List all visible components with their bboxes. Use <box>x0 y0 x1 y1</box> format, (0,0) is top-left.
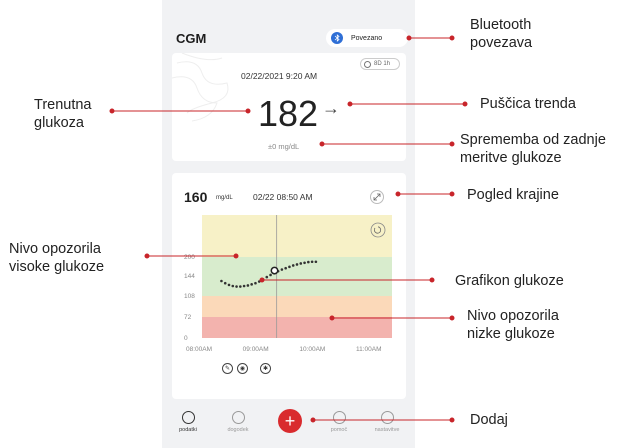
annotation-glucose-chart: Grafikon glukoze <box>455 273 564 289</box>
annotation-trend-arrow: Puščica trenda <box>480 96 576 112</box>
annotation-lines <box>109 35 468 423</box>
annotation-high-alert: Nivo opozorila visoke glukoze <box>9 241 105 275</box>
annotation-change: Sprememba od zadnje meritve glukoze <box>460 132 606 166</box>
annotation-bluetooth: Bluetooth povezava <box>470 17 533 51</box>
annotation-current-glucose: Trenutna glukoza <box>34 97 92 131</box>
annotation-low-alert: Nivo opozorila nizke glukoze <box>467 308 559 342</box>
annotation-landscape: Pogled krajine <box>467 187 559 203</box>
annotation-add: Dodaj <box>470 412 508 428</box>
